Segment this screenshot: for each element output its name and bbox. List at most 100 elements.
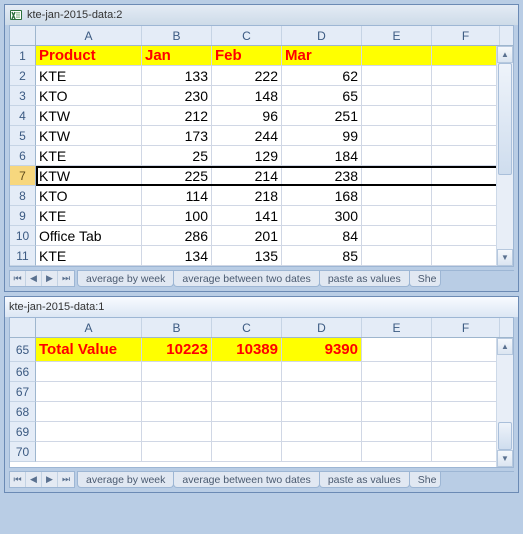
- row-header[interactable]: 5: [10, 126, 36, 146]
- cell[interactable]: [362, 206, 432, 226]
- cell[interactable]: [212, 402, 282, 422]
- cell[interactable]: [362, 226, 432, 246]
- cell[interactable]: [362, 246, 432, 266]
- cell[interactable]: [432, 382, 500, 402]
- cell[interactable]: [432, 206, 500, 226]
- cell[interactable]: 218: [212, 186, 282, 206]
- cell[interactable]: 222: [212, 66, 282, 86]
- title-bar[interactable]: kte-jan-2015-data:2: [5, 5, 518, 25]
- row-header[interactable]: 11: [10, 246, 36, 266]
- cell[interactable]: [362, 382, 432, 402]
- vertical-scrollbar[interactable]: ▲ ▼: [496, 46, 513, 266]
- cell[interactable]: [142, 382, 212, 402]
- cell-mar-header[interactable]: Mar: [282, 46, 362, 66]
- cell[interactable]: [432, 362, 500, 382]
- cell[interactable]: 100: [142, 206, 212, 226]
- cell[interactable]: KTE: [36, 246, 142, 266]
- cell[interactable]: 129: [212, 146, 282, 166]
- tab-nav-next-icon[interactable]: ▶: [42, 271, 58, 286]
- cell[interactable]: [282, 402, 362, 422]
- col-header-a[interactable]: A: [36, 26, 142, 45]
- scroll-up-icon[interactable]: ▲: [497, 46, 513, 63]
- tab-nav-prev-icon[interactable]: ◀: [26, 472, 42, 487]
- select-all-corner[interactable]: [10, 318, 36, 338]
- row-header[interactable]: 10: [10, 226, 36, 246]
- cell[interactable]: [432, 86, 500, 106]
- cell[interactable]: [432, 246, 500, 266]
- cell-jan-header[interactable]: Jan: [142, 46, 212, 66]
- cell[interactable]: 96: [212, 106, 282, 126]
- sheet-tab[interactable]: average by week: [77, 472, 174, 488]
- cell[interactable]: 84: [282, 226, 362, 246]
- cell[interactable]: [282, 382, 362, 402]
- cell-product-header[interactable]: Product: [36, 46, 142, 66]
- cell[interactable]: KTO: [36, 186, 142, 206]
- cell[interactable]: [212, 442, 282, 462]
- cell[interactable]: [36, 382, 142, 402]
- scroll-track[interactable]: [497, 355, 513, 450]
- cell-feb-header[interactable]: Feb: [212, 46, 282, 66]
- cell[interactable]: [362, 186, 432, 206]
- col-header-c[interactable]: C: [212, 318, 282, 337]
- cell[interactable]: 212: [142, 106, 212, 126]
- cell[interactable]: KTW: [36, 106, 142, 126]
- cell[interactable]: [212, 422, 282, 442]
- cell[interactable]: [362, 66, 432, 86]
- cell-total-mar[interactable]: 9390: [282, 338, 362, 362]
- sheet-tab[interactable]: average between two dates: [173, 472, 319, 488]
- cell[interactable]: KTO: [36, 86, 142, 106]
- cell[interactable]: 251: [282, 106, 362, 126]
- cell[interactable]: KTE: [36, 146, 142, 166]
- row-header[interactable]: 70: [10, 442, 36, 462]
- col-header-f[interactable]: F: [432, 318, 500, 337]
- cell[interactable]: KTW: [36, 126, 142, 146]
- cell-total-feb[interactable]: 10389: [212, 338, 282, 362]
- cell[interactable]: 148: [212, 86, 282, 106]
- cell[interactable]: 85: [282, 246, 362, 266]
- cell[interactable]: 62: [282, 66, 362, 86]
- cell[interactable]: [36, 422, 142, 442]
- cell[interactable]: 134: [142, 246, 212, 266]
- cell[interactable]: [432, 422, 500, 442]
- row-header[interactable]: 7: [10, 166, 36, 186]
- row-header[interactable]: 69: [10, 422, 36, 442]
- cell[interactable]: [362, 362, 432, 382]
- cell[interactable]: 141: [212, 206, 282, 226]
- tab-nav-last-icon[interactable]: ⏭: [58, 271, 74, 286]
- scroll-up-icon[interactable]: ▲: [497, 338, 513, 355]
- cell[interactable]: 214: [212, 166, 282, 186]
- title-bar[interactable]: kte-jan-2015-data:1: [5, 297, 518, 317]
- col-header-b[interactable]: B: [142, 26, 212, 45]
- tab-nav-next-icon[interactable]: ▶: [42, 472, 58, 487]
- cell[interactable]: [432, 226, 500, 246]
- col-header-d[interactable]: D: [282, 26, 362, 45]
- row-header[interactable]: 4: [10, 106, 36, 126]
- cell[interactable]: 184: [282, 146, 362, 166]
- cell[interactable]: 225: [142, 166, 212, 186]
- cell[interactable]: KTE: [36, 206, 142, 226]
- cell[interactable]: 238: [282, 166, 362, 186]
- cell[interactable]: [432, 106, 500, 126]
- col-header-f[interactable]: F: [432, 26, 500, 45]
- row-header[interactable]: 6: [10, 146, 36, 166]
- row-header[interactable]: 66: [10, 362, 36, 382]
- sheet-tab[interactable]: average between two dates: [173, 271, 319, 287]
- row-header[interactable]: 68: [10, 402, 36, 422]
- cell[interactable]: [282, 362, 362, 382]
- cell[interactable]: [432, 402, 500, 422]
- row-header[interactable]: 2: [10, 66, 36, 86]
- cell[interactable]: 244: [212, 126, 282, 146]
- cell[interactable]: [362, 86, 432, 106]
- cell[interactable]: [362, 166, 432, 186]
- cell[interactable]: 65: [282, 86, 362, 106]
- select-all-corner[interactable]: [10, 26, 36, 46]
- cell[interactable]: [432, 186, 500, 206]
- sheet-tab[interactable]: paste as values: [319, 472, 410, 488]
- cell[interactable]: 286: [142, 226, 212, 246]
- cell[interactable]: [432, 66, 500, 86]
- cell[interactable]: 25: [142, 146, 212, 166]
- cell[interactable]: [362, 46, 432, 66]
- cell[interactable]: 300: [282, 206, 362, 226]
- cell[interactable]: [142, 402, 212, 422]
- cell[interactable]: [142, 422, 212, 442]
